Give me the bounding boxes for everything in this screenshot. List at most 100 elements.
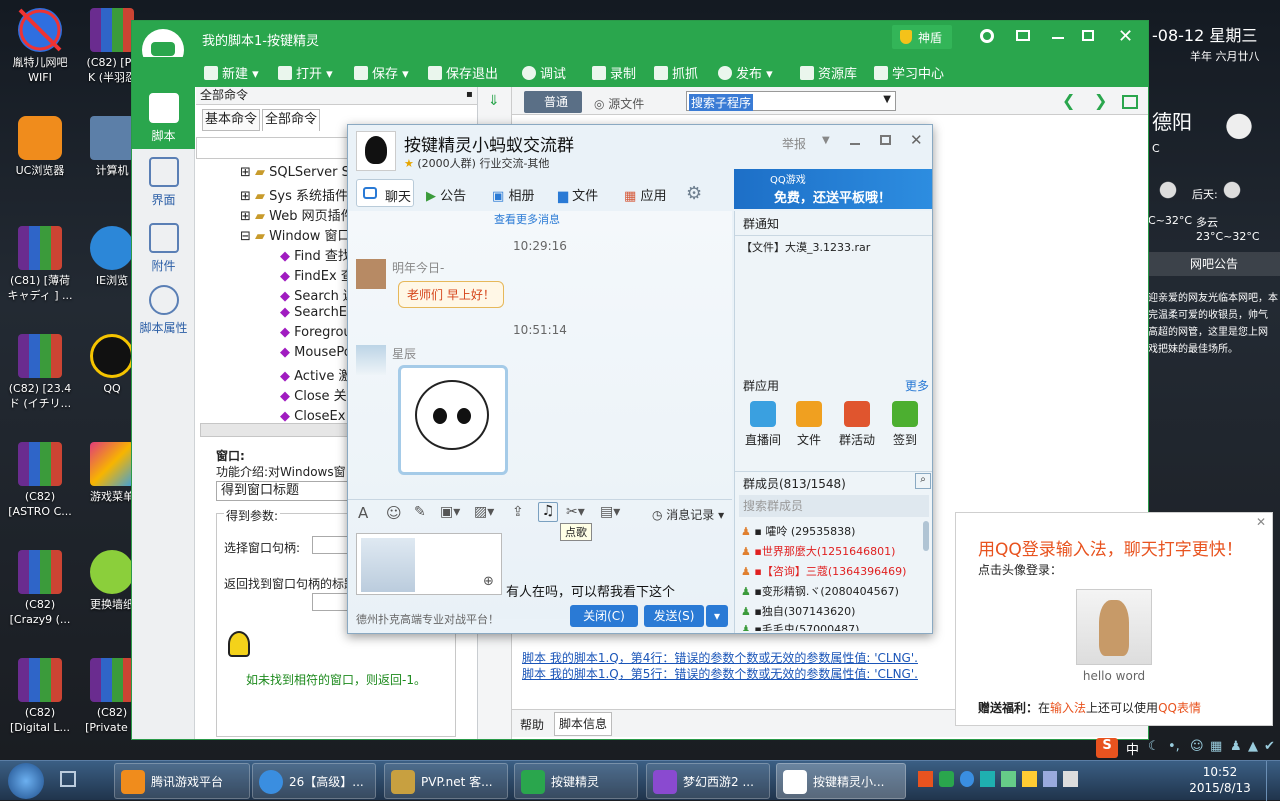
new-button[interactable]: 新建 ▾ — [204, 63, 259, 82]
tree-node-web[interactable]: ⊞ ▰ Web 网页插件 — [240, 205, 354, 224]
avatar[interactable] — [356, 259, 386, 289]
open-button[interactable]: 打开 ▾ — [278, 63, 333, 82]
settings-gear-icon[interactable]: ⚙ — [686, 183, 702, 204]
tab-album[interactable]: ▣ 相册 — [492, 185, 534, 204]
tab-chat[interactable]: 聊天 — [356, 179, 414, 207]
upload-icon[interactable]: ⇪ — [512, 504, 524, 520]
save-button[interactable]: 保存 ▾ — [354, 63, 409, 82]
close-icon[interactable]: ✕ — [910, 131, 923, 149]
tree-node-window[interactable]: ⊟ ▰ Window 窗口 — [240, 225, 351, 244]
member-item[interactable]: ♟ ▪世界那麼大(1251646801) — [741, 543, 895, 559]
keyboard-icon[interactable]: ▦ — [1210, 739, 1222, 754]
debug-button[interactable]: 调试 — [522, 63, 566, 82]
tab-script-info[interactable]: 脚本信息 — [554, 712, 613, 736]
member-scrollbar[interactable] — [923, 521, 929, 551]
tree-leaf-command[interactable]: ◆ SearchEx — [280, 305, 355, 320]
desktop-icon-rar[interactable]: (C81) [薄荷 キャディ ] ... — [0, 226, 80, 303]
info-select[interactable]: 得到窗口标题 — [216, 481, 354, 501]
monitor-tray-icon[interactable] — [1042, 771, 1058, 787]
horizontal-scrollbar[interactable] — [200, 423, 350, 437]
avatar[interactable] — [356, 345, 386, 375]
tab-all-commands[interactable]: 全部命令 — [262, 109, 320, 131]
desktop-icon-wifi[interactable]: 胤特儿网吧 WIFI — [0, 8, 80, 85]
zoom-icon[interactable]: ⊕ — [483, 574, 494, 589]
learn-center-button[interactable]: 学习中心 — [874, 63, 944, 82]
subroutine-select[interactable]: 搜索子程序 ▼ — [686, 91, 896, 111]
wifi-tray-icon[interactable] — [980, 771, 995, 787]
user-name[interactable]: hello word — [1078, 669, 1150, 683]
desktop-icon-rar[interactable]: (C82) [23.4 ド (イチリ... — [0, 334, 80, 411]
user-icon[interactable]: ♟ — [1230, 739, 1242, 754]
scissors-icon[interactable]: ✂▾ — [566, 504, 585, 520]
pin-icon[interactable]: ▪ — [466, 89, 473, 100]
app-live[interactable]: 直播间 — [741, 401, 785, 448]
show-desktop-button[interactable] — [1266, 761, 1280, 801]
clock-date[interactable]: 2015/8/13 — [1184, 781, 1256, 795]
member-item[interactable]: ♟ ▪变形精钢.ヾ(2080404567) — [741, 583, 899, 599]
task-qq-group[interactable]: 按键精灵小... — [776, 763, 906, 799]
close-icon[interactable]: ✕ — [1118, 26, 1133, 47]
member-item[interactable]: ♟ ▪ 嚯呤 (29535838) — [741, 523, 855, 539]
app-tray-icon[interactable] — [1021, 771, 1037, 787]
record-button[interactable]: 录制 — [592, 63, 636, 82]
more-icon[interactable]: ▤▾ — [600, 504, 620, 520]
tools-icon[interactable]: ✔ — [1264, 739, 1275, 754]
tree-leaf-command[interactable]: ◆ MousePo — [280, 345, 352, 360]
tab-source[interactable]: ◎ 源文件 — [594, 95, 644, 112]
send-button[interactable]: 发送(S) — [644, 605, 704, 627]
param1-input[interactable] — [312, 536, 352, 554]
library-button[interactable]: 资源库 — [800, 63, 857, 82]
shield-button[interactable]: 神盾 — [892, 25, 952, 49]
app-checkin[interactable]: 签到 — [883, 401, 927, 448]
report-button[interactable]: 举报 — [782, 135, 806, 152]
tab-files[interactable]: ▆ 文件 — [558, 185, 598, 204]
shirt-icon[interactable]: ▲ — [1248, 739, 1258, 754]
tab-basic-commands[interactable]: 基本命令 — [202, 109, 260, 131]
nav-attachment[interactable]: 附件 — [132, 223, 195, 274]
apps-more-link[interactable]: 更多 — [905, 377, 929, 394]
anjian-tray-icon[interactable] — [938, 771, 954, 787]
ad-banner[interactable]: QQ游戏 免费，还送平板哦！ — [734, 169, 932, 209]
punctuation-icon[interactable]: •, — [1168, 739, 1180, 754]
minimize-icon[interactable] — [850, 143, 860, 145]
emoji-icon[interactable]: ☺ — [1190, 739, 1204, 754]
moon-icon[interactable]: ☾ — [1148, 739, 1160, 754]
layout-icon[interactable] — [1122, 95, 1138, 109]
maximize-icon[interactable] — [880, 135, 891, 145]
member-item[interactable]: ♟ ▪独自(307143620) — [741, 603, 855, 619]
prev-arrow-icon[interactable]: ❮ — [1062, 91, 1075, 110]
send-options-chevron-icon[interactable]: ▾ — [706, 605, 728, 627]
save-exit-button[interactable]: 保存退出 — [428, 63, 498, 82]
clock-time[interactable]: 10:52 — [1190, 765, 1250, 779]
music-icon[interactable]: ♫ — [538, 502, 558, 522]
tree-node-sys[interactable]: ⊞ ▰ Sys 系统插件 — [240, 185, 348, 204]
publish-button[interactable]: 发布 ▾ — [718, 63, 773, 82]
param2-input[interactable] — [312, 593, 352, 611]
nav-script-properties[interactable]: 脚本属性 — [132, 285, 195, 336]
tree-leaf-command[interactable]: ◆ Find 查找 — [280, 245, 351, 264]
ime-mode[interactable]: 中 — [1126, 739, 1139, 758]
chat-input-text[interactable]: 有人在吗，可以帮我看下这个 — [506, 581, 675, 600]
member-item[interactable]: ♟ ▪毛毛虫(57000487) — [741, 621, 859, 631]
emoji-icon[interactable]: ☺ — [386, 504, 402, 522]
image-icon[interactable]: ▨▾ — [474, 504, 494, 520]
sogou-tray-icon[interactable] — [918, 771, 933, 787]
font-icon[interactable]: A — [358, 504, 368, 522]
next-arrow-icon[interactable]: ❯ — [1094, 91, 1107, 110]
tab-normal[interactable]: 普通 — [524, 91, 582, 113]
error-line[interactable]: 脚本 我的脚本1.Q，第4行：错误的参数个数或无效的参数属性值: 'CLNG'. — [522, 649, 918, 666]
maximize-icon[interactable] — [1082, 30, 1094, 41]
tab-notice[interactable]: ▶ 公告 — [426, 185, 466, 204]
grab-button[interactable]: 抓抓 — [654, 63, 698, 82]
minimize-icon[interactable] — [1052, 37, 1064, 39]
start-button[interactable] — [8, 763, 44, 799]
tree-leaf-command[interactable]: ◆ Search 遍 — [280, 285, 356, 304]
tree-leaf-command[interactable]: ◆ Foregrou — [280, 325, 352, 340]
qq-emoji-link[interactable]: QQ表情 — [1158, 701, 1201, 715]
desktop-icon-rar[interactable]: (C82) [Crazy9 (... — [0, 550, 80, 627]
message-record-button[interactable]: ◷ 消息记录 ▾ — [652, 506, 724, 523]
task-browser[interactable]: 26【高级】... — [252, 763, 376, 799]
tab-help[interactable]: 帮助 — [520, 716, 544, 733]
notice-item[interactable]: 【文件】大漠_3.1233.rar — [741, 239, 870, 255]
gift-icon[interactable]: ▣▾ — [440, 504, 460, 520]
